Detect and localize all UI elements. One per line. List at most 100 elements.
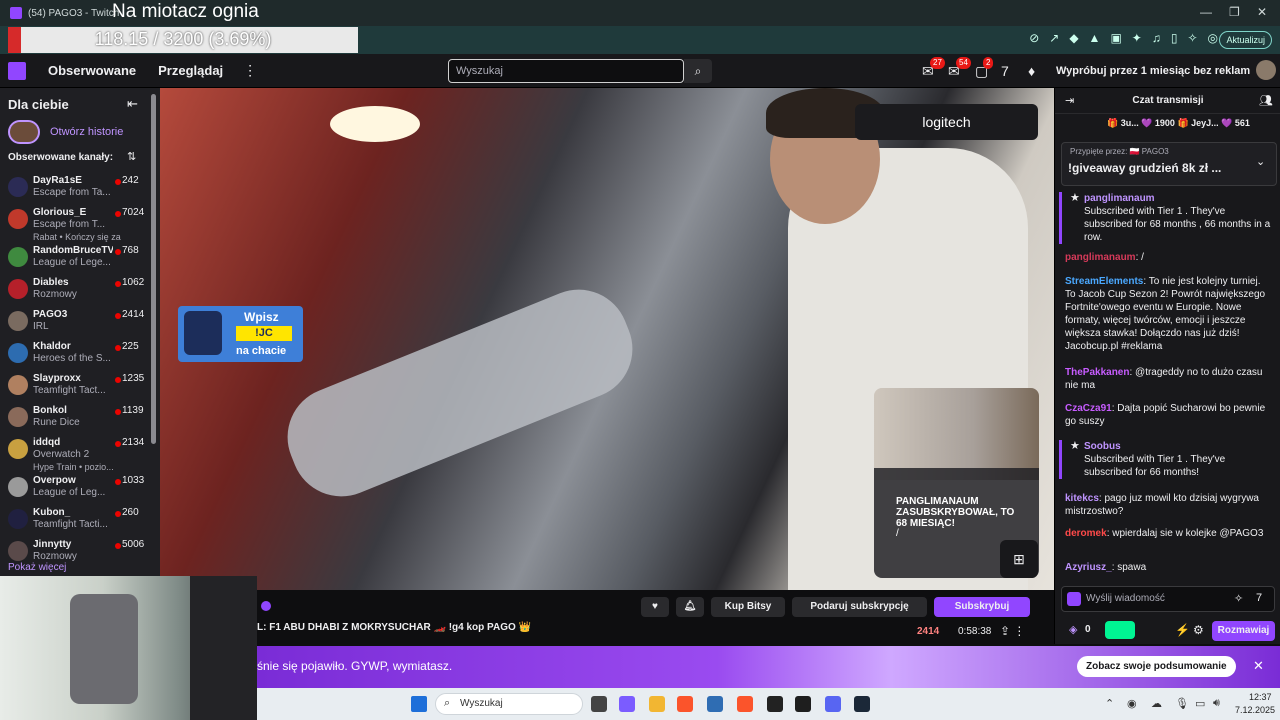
seven-tv-icon[interactable]: 7 (1001, 63, 1009, 79)
chevron-down-icon[interactable]: ⌄ (1256, 155, 1265, 168)
sort-icon[interactable]: ⇅ (127, 150, 136, 163)
display-icon[interactable]: ▭ (1195, 697, 1205, 710)
copilot-icon[interactable]: ✧ (1187, 31, 1197, 45)
chat-input[interactable]: Wyślij wiadomość ✧ 7 (1061, 586, 1275, 612)
live-dot-icon (115, 281, 121, 287)
minimize-icon[interactable]: — (1200, 5, 1212, 19)
tray-chevron-icon[interactable]: ⌃ (1105, 697, 1114, 710)
windows-start-icon[interactable] (411, 696, 427, 712)
chat-username[interactable]: panglimanaum (1065, 252, 1136, 263)
twitch-logo-icon[interactable] (8, 61, 26, 80)
share-stream-icon[interactable]: ⇪ ⋮ (1000, 624, 1025, 638)
clock-time[interactable]: 12:37 (1249, 692, 1272, 702)
nav-browse[interactable]: Przeglądaj (158, 63, 223, 78)
theatre-mode-icon[interactable]: ⊞ (1000, 540, 1038, 578)
sidebar-channel-item[interactable]: iddqd Overwatch 2 2134 Hype Train • pozio..… (8, 436, 154, 472)
mic-icon[interactable]: 🎙︎ (1175, 697, 1189, 710)
task-view-icon[interactable] (591, 696, 607, 712)
sidebar-icon[interactable]: ▯ (1171, 31, 1178, 45)
sidebar-channel-item[interactable]: Slayproxx Teamfight Tact... 1235 (8, 372, 154, 400)
sidebar-channel-item[interactable]: RandomBruceTV League of Lege... 768 (8, 244, 154, 272)
clock-date[interactable]: 7.12.2025 (1235, 705, 1275, 715)
notification-bell-icon[interactable]: 🔔︎ (676, 597, 704, 617)
subscribe-button[interactable]: Subskrybuj (934, 597, 1030, 617)
sidebar-channel-item[interactable]: PAGO3 IRL 2414 (8, 308, 154, 336)
chat-username[interactable]: Soobus (1084, 441, 1121, 452)
media-icon[interactable]: ♫ (1152, 31, 1161, 45)
game-app-icon[interactable] (795, 696, 811, 712)
claim-points-button[interactable] (1105, 621, 1135, 639)
sidebar-channel-item[interactable]: Diables Rozmowy 1062 (8, 276, 154, 304)
taskbar-search[interactable]: ⌕ Wyszukaj (435, 693, 583, 715)
chat-username[interactable]: StreamElements (1065, 276, 1143, 287)
steam-app-icon[interactable] (854, 696, 870, 712)
chat-username[interactable]: ThePakkanen (1065, 367, 1129, 378)
follow-heart-icon[interactable]: ♥ (641, 597, 669, 617)
store-app-icon[interactable] (707, 696, 723, 712)
chat-header: ⇥ Czat transmisji 👥︎ (1055, 88, 1280, 114)
rewards-icon[interactable]: ▲ (1089, 31, 1101, 45)
share-icon[interactable]: ↗ (1049, 31, 1059, 45)
view-recap-button[interactable]: Zobacz swoje podsumowanie (1077, 656, 1236, 677)
collapse-sidebar-icon[interactable]: ⇤ (127, 96, 138, 112)
chat-send-button[interactable]: Rozmawiaj (1212, 621, 1275, 641)
person-silhouette (190, 576, 257, 720)
gift-sub-button[interactable]: Podaruj subskrypcję (792, 597, 927, 617)
show-more-link[interactable]: Pokaż więcej (8, 562, 66, 573)
mute-icon[interactable]: ⊘ (1029, 31, 1039, 45)
video-player[interactable]: logitech Wpisz !JC na chacie PANGLIMANAU… (160, 88, 1054, 590)
media-app-icon[interactable] (767, 696, 783, 712)
tab-title[interactable]: (54) PAGO3 - Twitch (28, 8, 119, 19)
emote-picker-icon[interactable]: ✧ (1234, 592, 1243, 605)
channel-points-icon[interactable]: ◈ (1069, 623, 1077, 636)
close-banner-icon[interactable]: ✕ (1253, 658, 1264, 674)
sidebar-channel-item[interactable]: Khaldor Heroes of the S... 225 (8, 340, 154, 368)
sidebar-scrollbar[interactable] (151, 94, 156, 444)
maximize-icon[interactable]: ❐ (1229, 5, 1240, 19)
discord-app-icon[interactable] (825, 696, 841, 712)
chat-username[interactable]: kitekcs (1065, 493, 1099, 504)
inbox-icon[interactable]: ✉ 27 (922, 57, 945, 80)
stories-link[interactable]: Otwórz historie (50, 126, 123, 138)
copilot-app-icon[interactable] (619, 696, 635, 712)
brave-shield-icon[interactable]: ◆ (1069, 31, 1078, 45)
brave-active-icon[interactable] (737, 696, 753, 712)
stories-row[interactable]: Otwórz historie (8, 120, 123, 144)
extension-icon[interactable]: ▣ (1110, 31, 1121, 45)
close-window-icon[interactable]: ✕ (1257, 5, 1267, 19)
chat-username[interactable]: Azyriusz_ (1065, 562, 1112, 573)
notifications-icon[interactable]: ✉ 54 (948, 57, 971, 80)
seven-tv-emote-icon[interactable] (1067, 592, 1081, 606)
network-icon[interactable]: ◉ (1127, 697, 1137, 710)
cloud-icon[interactable]: ☁ (1151, 697, 1162, 710)
pinned-message[interactable]: Przypięte przez: 🇵🇱 PAGO3 !giveaway grud… (1061, 142, 1277, 186)
file-explorer-icon[interactable] (649, 696, 665, 712)
brave-app-icon[interactable] (677, 696, 693, 712)
vpn-icon[interactable]: ◎ (1208, 31, 1218, 45)
update-button[interactable]: Aktualizuj (1219, 31, 1272, 49)
story-avatar[interactable] (8, 120, 40, 144)
chat-username[interactable]: deromek (1065, 528, 1107, 539)
settings-gear-icon[interactable]: ⚙ (1193, 623, 1204, 637)
search-icon[interactable]: ⌕ (684, 59, 712, 83)
sidebar-channel-item[interactable]: Glorious_E Escape from T... 7024 Rabat • Ko… (8, 206, 154, 242)
puzzle-icon[interactable]: ✦ (1132, 31, 1142, 45)
sidebar-channel-item[interactable]: DayRa1sE Escape from Ta... 242 (8, 174, 154, 202)
turbo-promo[interactable]: Wypróbuj przez 1 miesiąc bez reklam (1056, 65, 1250, 77)
crown-icon[interactable]: ♦ (1028, 63, 1035, 79)
volume-icon[interactable]: 🔊︎ (1213, 697, 1220, 710)
search-input[interactable]: Wyszukaj (448, 59, 684, 83)
seven-tv-menu-icon[interactable]: 7 (1256, 592, 1262, 604)
chat-username[interactable]: panglimanaum (1084, 193, 1155, 204)
whispers-icon[interactable]: ▢ 2 (975, 57, 994, 80)
sidebar-channel-item[interactable]: Bonkol Rune Dice 1139 (8, 404, 154, 432)
chat-username[interactable]: CzaCza91 (1065, 403, 1112, 414)
sidebar-channel-item[interactable]: Overpow League of Leg... 1033 (8, 474, 154, 502)
nav-followed[interactable]: Obserwowane (48, 63, 136, 78)
mod-tools-icon[interactable]: ⚡ (1175, 623, 1190, 637)
user-avatar[interactable] (1256, 60, 1276, 80)
users-icon[interactable]: 👥︎ (1259, 94, 1273, 107)
sidebar-channel-item[interactable]: Kubon_ Teamfight Tacti... 260 (8, 506, 154, 534)
get-bits-button[interactable]: Kup Bitsy (711, 597, 785, 617)
more-icon[interactable]: ⋮ (243, 62, 257, 79)
